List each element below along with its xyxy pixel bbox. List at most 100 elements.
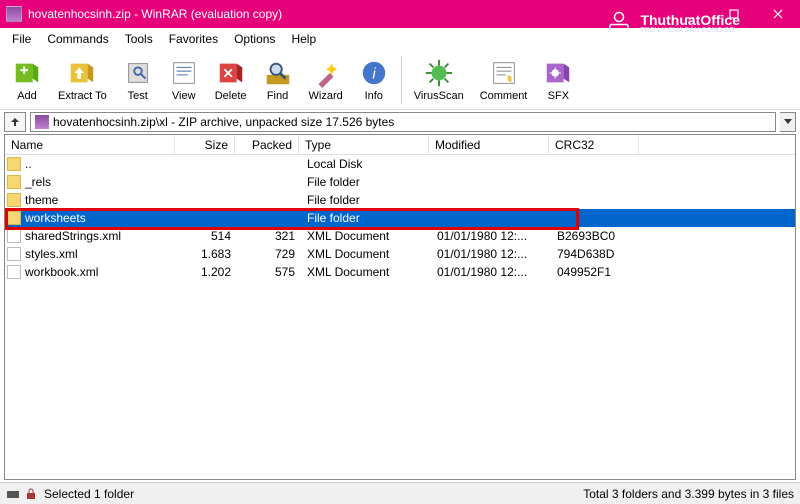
table-row[interactable]: .. Local Disk [5,155,795,173]
view-icon [169,58,199,88]
cell-mod: 01/01/1980 12:... [431,247,551,261]
file-list: Name Size Packed Type Modified CRC32 .. L… [4,134,796,480]
table-row[interactable]: styles.xml1.683729XML Document01/01/1980… [5,245,795,263]
toolbar-label: Extract To [58,90,107,102]
toolbar-label: Comment [480,90,528,102]
extract-button[interactable]: Extract To [50,52,115,108]
info-button[interactable]: i Info [351,52,397,108]
minimize-button[interactable] [668,0,712,28]
cell-packed: 575 [237,265,301,279]
virus-icon [424,58,454,88]
toolbar-label: Info [365,90,383,102]
column-header-row: Name Size Packed Type Modified CRC32 [5,135,795,155]
table-row[interactable]: theme File folder [5,191,795,209]
book-add-icon [12,58,42,88]
virusscan-button[interactable]: VirusScan [406,52,472,108]
cell-crc: 794D638D [551,247,641,261]
find-button[interactable]: Find [255,52,301,108]
menu-tools[interactable]: Tools [117,30,161,48]
toolbar-label: Add [17,90,37,102]
up-arrow-icon [9,116,21,128]
sfx-button[interactable]: SFX [535,52,581,108]
info-icon: i [359,58,389,88]
status-total: Total 3 folders and 3.399 bytes in 3 fil… [583,487,794,501]
table-row[interactable]: worksheets File folder [5,209,795,227]
status-selection: Selected 1 folder [44,487,134,501]
comment-button[interactable]: Comment [472,52,536,108]
menu-options[interactable]: Options [226,30,283,48]
disk-icon [6,488,20,500]
column-header-type[interactable]: Type [299,135,429,154]
cell-name: styles.xml [25,247,177,261]
folder-icon [7,211,21,225]
cell-mod: 01/01/1980 12:... [431,229,551,243]
cell-name: workbook.xml [25,265,177,279]
title-bar: hovatenhocsinh.zip - WinRAR (evaluation … [0,0,800,28]
menu-favorites[interactable]: Favorites [161,30,226,48]
maximize-button[interactable] [712,0,756,28]
view-button[interactable]: View [161,52,207,108]
test-button[interactable]: Test [115,52,161,108]
folder-icon [7,193,21,207]
column-header-name[interactable]: Name [5,135,175,154]
cell-name: _rels [25,175,177,189]
menu-commands[interactable]: Commands [39,30,116,48]
cell-crc: 049952F1 [551,265,641,279]
table-row[interactable]: sharedStrings.xml514321XML Document01/01… [5,227,795,245]
cell-size: 514 [177,229,237,243]
chevron-down-icon [784,119,792,125]
toolbar-label: VirusScan [414,90,464,102]
add-button[interactable]: Add [4,52,50,108]
cell-type: File folder [301,211,431,225]
cell-type: XML Document [301,229,431,243]
column-header-modified[interactable]: Modified [429,135,549,154]
wizard-button[interactable]: Wizard [301,52,351,108]
column-header-crc[interactable]: CRC32 [549,135,639,154]
toolbar-label: Delete [215,90,247,102]
path-bar: hovatenhocsinh.zip\xl - ZIP archive, unp… [0,110,800,134]
cell-packed: 321 [237,229,301,243]
cell-crc: B2693BC0 [551,229,641,243]
delete-icon [216,58,246,88]
toolbar-label: View [172,90,196,102]
delete-button[interactable]: Delete [207,52,255,108]
menu-file[interactable]: File [4,30,39,48]
file-icon [7,265,21,279]
path-dropdown[interactable] [780,112,796,132]
path-text: hovatenhocsinh.zip\xl - ZIP archive, unp… [53,115,394,129]
comment-icon [489,58,519,88]
cell-type: File folder [301,175,431,189]
cell-name: theme [25,193,177,207]
toolbar-label: Wizard [309,90,343,102]
table-row[interactable]: _rels File folder [5,173,795,191]
archive-icon [35,115,49,129]
cell-size: 1.202 [177,265,237,279]
menu-help[interactable]: Help [283,30,324,48]
folder-up-icon [7,157,21,171]
find-icon [263,58,293,88]
toolbar-separator [401,56,402,104]
lock-icon [24,488,38,500]
close-button[interactable] [756,0,800,28]
app-icon [6,6,22,22]
path-input[interactable]: hovatenhocsinh.zip\xl - ZIP archive, unp… [30,112,776,132]
cell-name: .. [25,157,177,171]
cell-size: 1.683 [177,247,237,261]
test-icon [123,58,153,88]
up-button[interactable] [4,112,26,132]
table-row[interactable]: workbook.xml1.202575XML Document01/01/19… [5,263,795,281]
column-header-size[interactable]: Size [175,135,235,154]
window-title: hovatenhocsinh.zip - WinRAR (evaluation … [28,7,668,21]
cell-type: XML Document [301,265,431,279]
cell-type: XML Document [301,247,431,261]
menu-bar: FileCommandsToolsFavoritesOptionsHelp [0,28,800,50]
status-bar: Selected 1 folder Total 3 folders and 3.… [0,482,800,504]
cell-type: Local Disk [301,157,431,171]
cell-type: File folder [301,193,431,207]
toolbar-label: SFX [548,90,569,102]
cell-name: sharedStrings.xml [25,229,177,243]
toolbar-label: Find [267,90,288,102]
cell-name: worksheets [25,211,177,225]
book-extract-icon [67,58,97,88]
column-header-packed[interactable]: Packed [235,135,299,154]
